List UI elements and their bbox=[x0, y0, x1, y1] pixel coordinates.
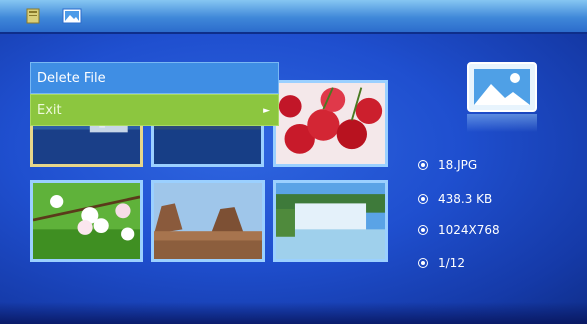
photo-icon[interactable] bbox=[62, 8, 82, 24]
menu-item-exit[interactable]: Exit ► bbox=[30, 94, 279, 126]
index-value: 1/12 bbox=[438, 256, 465, 270]
menu-item-delete-file[interactable]: Delete File bbox=[30, 62, 279, 94]
image-icon-reflection bbox=[467, 114, 537, 132]
context-menu: Delete File Exit ► bbox=[30, 62, 279, 126]
thumbnail-canyon[interactable] bbox=[151, 180, 265, 262]
info-filename: 18.JPG bbox=[418, 158, 477, 172]
filesize-value: 438.3 KB bbox=[438, 192, 493, 206]
bullet-icon bbox=[418, 194, 428, 204]
bullet-icon bbox=[418, 160, 428, 170]
photo-browser-screen: Delete File Exit ► 18.JPG 438.3 KB 1024X… bbox=[0, 0, 587, 324]
resolution-value: 1024X768 bbox=[438, 223, 500, 237]
image-icon bbox=[467, 62, 537, 112]
bottom-shade bbox=[0, 302, 587, 324]
filename-value: 18.JPG bbox=[438, 158, 478, 172]
submenu-arrow-icon: ► bbox=[263, 106, 270, 116]
info-index: 1/12 bbox=[418, 256, 465, 270]
menu-item-label: Delete File bbox=[37, 71, 106, 86]
thumbnail-cherries[interactable] bbox=[273, 80, 388, 167]
top-bar bbox=[0, 0, 587, 34]
bullet-icon bbox=[418, 225, 428, 235]
menu-item-label: Exit bbox=[37, 103, 62, 118]
thumbnail-waterfall[interactable] bbox=[273, 180, 388, 262]
info-resolution: 1024X768 bbox=[418, 223, 500, 237]
bullet-icon bbox=[418, 258, 428, 268]
info-filesize: 438.3 KB bbox=[418, 192, 492, 206]
thumbnail-blossoms[interactable] bbox=[30, 180, 143, 262]
folder-icon[interactable] bbox=[25, 8, 43, 24]
